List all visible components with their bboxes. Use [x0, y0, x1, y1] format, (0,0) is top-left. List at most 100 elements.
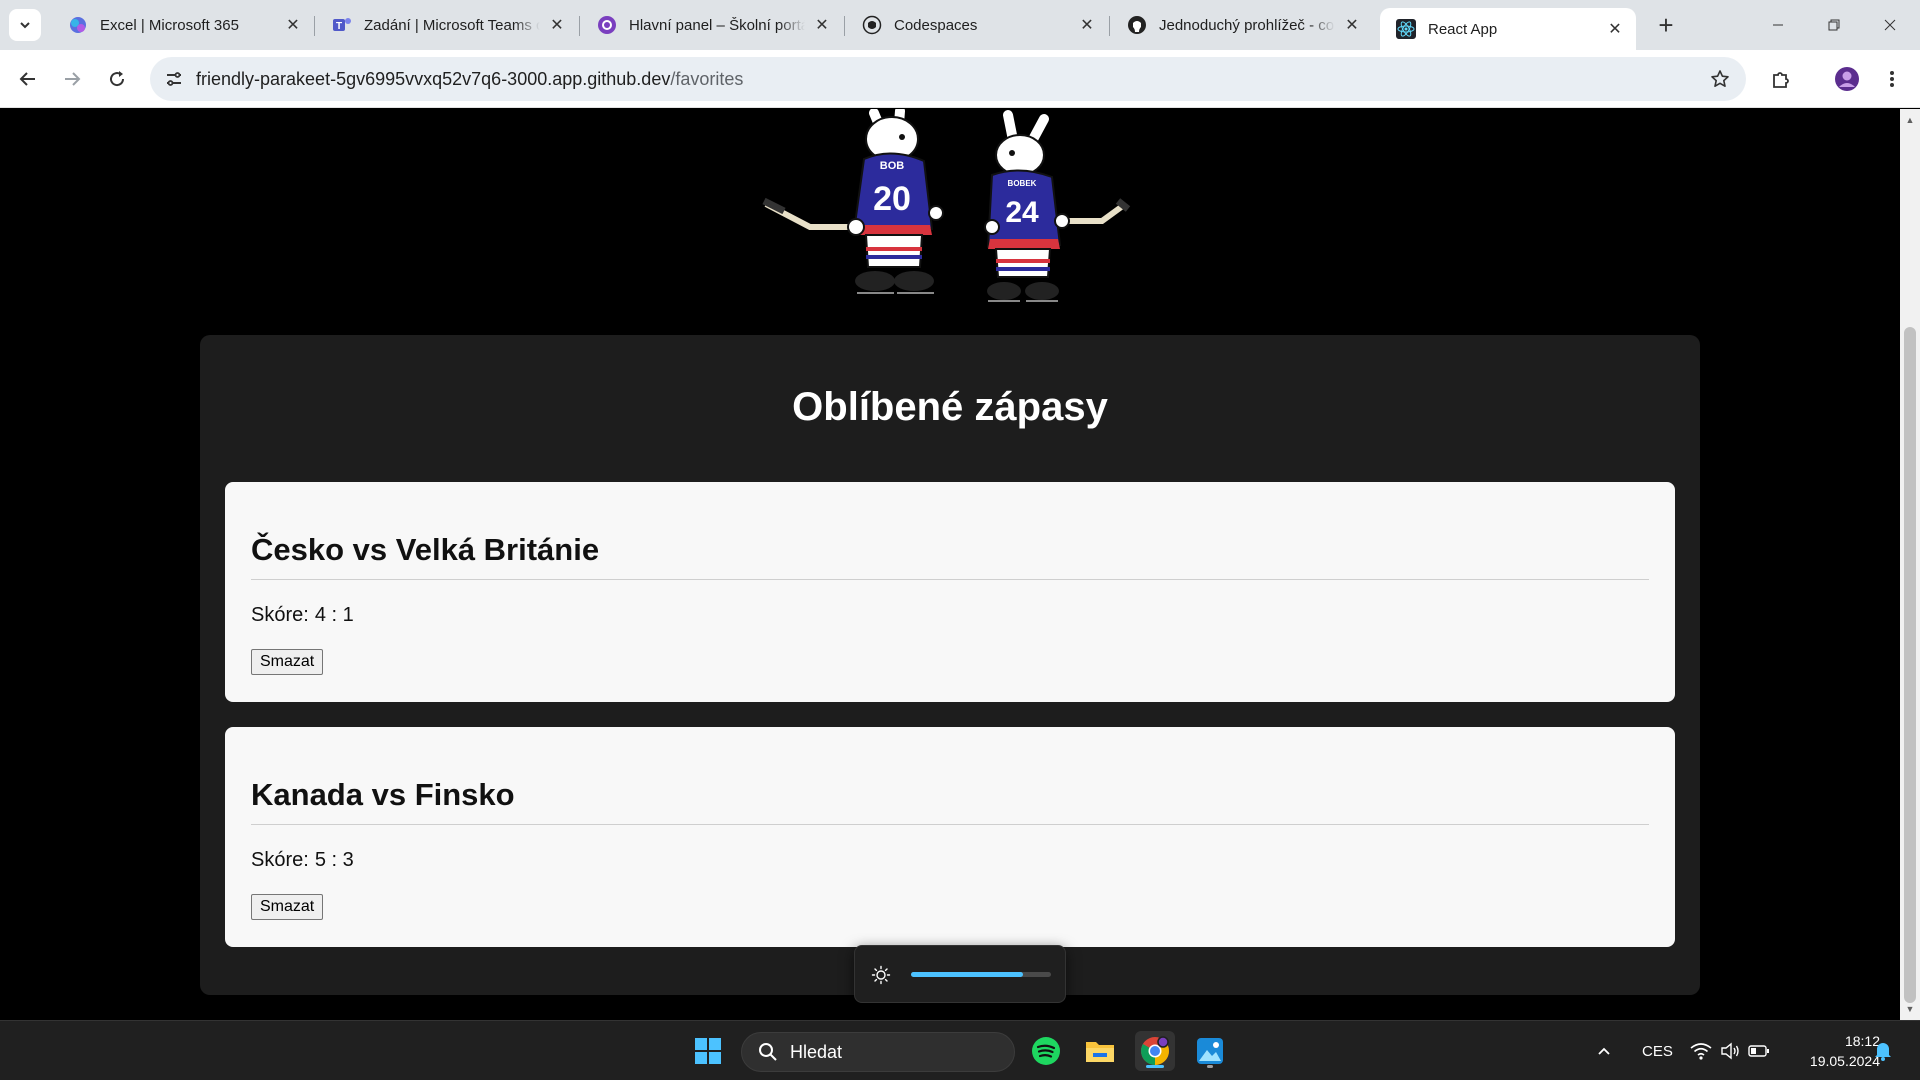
- site-info-icon[interactable]: [162, 67, 186, 91]
- close-icon[interactable]: ✕: [546, 14, 568, 36]
- close-icon: [1884, 19, 1896, 31]
- bookmark-star-icon[interactable]: [1708, 67, 1732, 91]
- taskbar-clock[interactable]: 18:12 19.05.2024: [1780, 1031, 1880, 1071]
- page-title: Oblíbené zápasy: [792, 385, 1108, 429]
- url-path: /favorites: [670, 69, 744, 89]
- arrow-left-icon: [19, 72, 35, 86]
- mascot-bobek: BOBEK 24: [984, 110, 1131, 302]
- file-explorer-button[interactable]: [1080, 1031, 1120, 1071]
- close-icon[interactable]: ✕: [1341, 14, 1363, 36]
- page-scrollbar[interactable]: ▲ ▼: [1900, 109, 1920, 1020]
- match-title: Kanada vs Finsko: [251, 777, 515, 812]
- search-icon: [759, 1043, 777, 1061]
- battery-icon: [1748, 1045, 1769, 1057]
- close-icon[interactable]: ✕: [811, 14, 833, 36]
- profile-avatar[interactable]: [1831, 63, 1863, 95]
- brightness-slider-fill: [911, 972, 1023, 977]
- close-icon[interactable]: ✕: [1604, 18, 1626, 40]
- show-hidden-icons-button[interactable]: [1596, 1021, 1612, 1080]
- tab-search-button[interactable]: [9, 9, 41, 41]
- language-label: CES: [1642, 1042, 1673, 1060]
- divider: [251, 824, 1649, 825]
- brightness-sun-icon: [871, 965, 891, 985]
- close-icon[interactable]: ✕: [282, 14, 304, 36]
- back-button[interactable]: [12, 63, 44, 95]
- windows-logo-icon: [695, 1038, 721, 1064]
- tab-react-app[interactable]: React App ✕: [1380, 8, 1636, 50]
- volume-icon: [1721, 1042, 1739, 1060]
- close-icon[interactable]: ✕: [1076, 14, 1098, 36]
- tab-title: Hlavní panel – Školní portá: [629, 16, 805, 34]
- favorites-panel: Oblíbené zápasy Česko vs Velká Británie …: [200, 335, 1700, 995]
- running-indicator: [1146, 1065, 1164, 1068]
- score-label: Skóre:: [251, 849, 309, 871]
- bell-icon: [1875, 1043, 1891, 1061]
- page-viewport: BOB 20 BOBEK 24 Oblíbené zápasy Česko vs…: [0, 109, 1900, 1020]
- folder-icon: [1086, 1042, 1114, 1062]
- running-indicator: [1207, 1065, 1213, 1068]
- browser-toolbar: friendly-parakeet-5gv6995vvxq52v7q6-3000…: [0, 50, 1920, 108]
- restore-button[interactable]: [1806, 0, 1862, 50]
- tab-codespaces[interactable]: Codespaces ✕: [846, 8, 1108, 42]
- puzzle-icon: [1773, 72, 1789, 88]
- match-title: Česko vs Velká Británie: [251, 532, 600, 567]
- taskbar-search[interactable]: Hledat: [741, 1032, 1015, 1072]
- tab-teams[interactable]: T Zadání | Microsoft Teams c ✕: [316, 8, 578, 42]
- forward-button[interactable]: [56, 63, 88, 95]
- chevron-down-icon: [20, 22, 30, 29]
- reload-button[interactable]: [101, 63, 133, 95]
- tab-title: Codespaces: [894, 16, 978, 34]
- reload-icon: [110, 71, 125, 87]
- kebab-menu-icon: [1890, 71, 1894, 87]
- photos-button[interactable]: [1190, 1031, 1230, 1071]
- brightness-flyout: [854, 945, 1066, 1003]
- score-value: 4 : 1: [314, 604, 354, 626]
- avatar-icon: [1835, 67, 1859, 91]
- browser-menu-button[interactable]: [1876, 63, 1908, 95]
- tab-excel[interactable]: Excel | Microsoft 365 ✕: [52, 8, 314, 42]
- tab-strip: Excel | Microsoft 365 ✕ T Zadání | Micro…: [0, 0, 1920, 50]
- favorite-match-card: Kanada vs Finsko Skóre: 5 : 3 Smazat: [225, 727, 1675, 947]
- start-button[interactable]: [688, 1031, 728, 1071]
- divider: [251, 579, 1649, 580]
- new-tab-button[interactable]: +: [1650, 9, 1682, 41]
- photos-icon: [1197, 1038, 1223, 1064]
- tab-divider: [579, 16, 580, 36]
- scrollbar-thumb[interactable]: [1904, 327, 1916, 1003]
- mascot-bob: BOB 20: [762, 109, 944, 294]
- scroll-up-arrow-icon[interactable]: ▲: [1900, 111, 1920, 129]
- mascot-bob-name: BOB: [880, 160, 905, 172]
- quick-settings-button[interactable]: [1690, 1021, 1770, 1080]
- tab-title: React App: [1428, 20, 1498, 38]
- clock-time: 18:12: [1844, 1033, 1880, 1049]
- delete-button[interactable]: Smazat: [251, 649, 324, 675]
- score-label: Skóre:: [251, 604, 309, 626]
- input-language[interactable]: CES: [1642, 1021, 1673, 1080]
- scroll-down-arrow-icon[interactable]: ▼: [1900, 1000, 1920, 1018]
- tab-github-viewer[interactable]: Jednoduchý prohlížeč - co ✕: [1111, 8, 1373, 42]
- tab-divider: [1109, 16, 1110, 36]
- close-window-button[interactable]: [1862, 0, 1918, 50]
- tab-divider: [314, 16, 315, 36]
- mascot-bobek-number: 24: [1005, 196, 1039, 229]
- minimize-button[interactable]: [1750, 0, 1806, 50]
- github-icon: [1127, 15, 1147, 35]
- spotify-button[interactable]: [1026, 1031, 1066, 1071]
- chrome-icon: [1141, 1036, 1169, 1065]
- svg-text:T: T: [336, 21, 342, 32]
- url-text[interactable]: friendly-parakeet-5gv6995vvxq52v7q6-3000…: [196, 69, 743, 90]
- restore-icon: [1828, 19, 1840, 31]
- brightness-slider[interactable]: [911, 972, 1051, 977]
- extensions-button[interactable]: [1765, 63, 1797, 95]
- notifications-button[interactable]: [1874, 1021, 1892, 1080]
- delete-button[interactable]: Smazat: [251, 894, 324, 920]
- address-bar[interactable]: friendly-parakeet-5gv6995vvxq52v7q6-3000…: [150, 57, 1746, 101]
- teams-icon: T: [332, 15, 352, 35]
- search-placeholder: Hledat: [790, 1041, 843, 1062]
- tab-divider: [844, 16, 845, 36]
- arrow-right-icon: [65, 72, 81, 86]
- tab-portal[interactable]: Hlavní panel – Školní portá ✕: [581, 8, 843, 42]
- chrome-button[interactable]: [1135, 1031, 1175, 1071]
- react-icon: [1396, 19, 1416, 39]
- plus-icon: +: [1658, 9, 1674, 40]
